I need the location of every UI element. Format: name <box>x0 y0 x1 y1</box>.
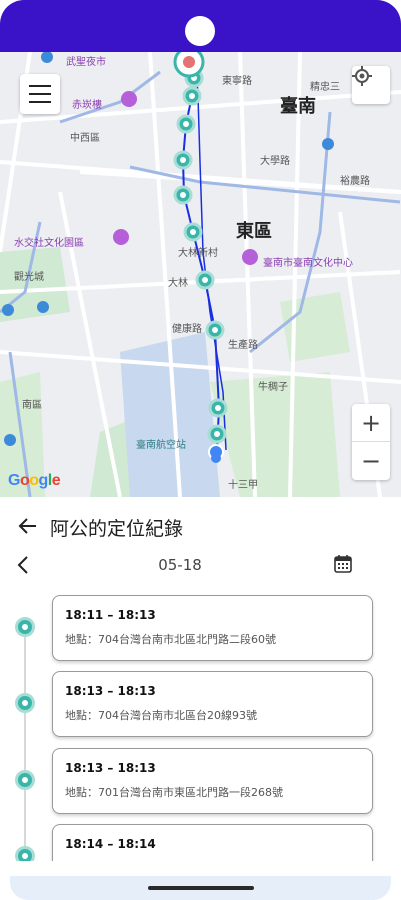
back-arrow-icon[interactable] <box>16 514 40 538</box>
record-address: 地點：704台灣台南市北區北門路二段60號 <box>65 633 276 646</box>
timeline-line <box>24 625 26 861</box>
record-time: 18:11 – 18:13 <box>65 608 156 622</box>
map-label-tainan: 臺南 <box>280 96 316 117</box>
map-label-culture-center: 臺南市臺南文化中心 <box>263 258 353 269</box>
location-timeline: 18:11 – 18:13 地點：704台灣台南市北區北門路二段60號 18:1… <box>0 585 401 861</box>
google-logo: Google <box>8 472 61 489</box>
map-label-guanguang: 觀光城 <box>14 272 44 283</box>
location-record-card[interactable]: 18:14 – 18:14 <box>52 824 373 861</box>
record-address: 地點：701台灣台南市東區北門路一段268號 <box>65 786 283 799</box>
home-indicator[interactable] <box>148 886 254 890</box>
map-label-shengchan: 生產路 <box>228 340 258 351</box>
zoom-out-button[interactable]: − <box>352 442 390 480</box>
camera-cutout <box>185 16 215 46</box>
map-canvas <box>0 52 401 497</box>
map-label-daxin: 大林新村 <box>178 248 218 259</box>
previous-date-icon[interactable] <box>14 555 34 575</box>
map-label-jingsi: 精忠三 <box>310 82 340 93</box>
map-label-daxue: 大學路 <box>260 156 290 167</box>
timeline-marker <box>15 617 35 637</box>
map-label-zhongxi: 中西區 <box>70 133 100 144</box>
timeline-marker <box>15 770 35 790</box>
map-menu-button[interactable] <box>20 74 60 114</box>
page-title: 阿公的定位紀錄 <box>50 518 184 540</box>
my-location-button[interactable] <box>352 66 390 104</box>
crosshair-icon <box>352 66 372 86</box>
map-label-water-park: 水交社文化園區 <box>14 238 84 249</box>
map-label-wusheng: 武聖夜市 <box>66 57 106 68</box>
timeline-marker <box>15 846 35 861</box>
menu-icon-line <box>29 85 51 87</box>
map-label-niuchan: 牛稠子 <box>258 382 288 393</box>
record-address: 地點：704台灣台南市北區台20線93號 <box>65 709 257 722</box>
location-record-card[interactable]: 18:11 – 18:13 地點：704台灣台南市北區北門路二段60號 <box>52 595 373 661</box>
map-label-dongning: 東寧路 <box>222 76 252 87</box>
map-label-yumen: 裕農路 <box>340 176 370 187</box>
map-label-shisanjia: 十三甲 <box>228 480 258 491</box>
calendar-icon[interactable] <box>333 554 353 574</box>
map-view[interactable]: 武聖夜市 赤崁樓 中西區 東寧路 臺南 精忠三 大學路 裕農路 東區 水交社文化… <box>0 52 401 497</box>
map-label-dongqu: 東區 <box>236 221 272 242</box>
selected-date: 05-18 <box>158 556 202 574</box>
map-label-airport: 臺南航空站 <box>136 440 186 451</box>
map-label-dalin: 大林 <box>168 278 188 289</box>
timeline-marker <box>15 693 35 713</box>
record-time: 18:13 – 18:13 <box>65 684 156 698</box>
location-record-card[interactable]: 18:13 – 18:13 地點：704台灣台南市北區台20線93號 <box>52 671 373 737</box>
map-label-jianshan: 健康路 <box>172 324 202 335</box>
record-time: 18:14 – 18:14 <box>65 837 156 851</box>
zoom-in-button[interactable]: + <box>352 404 390 442</box>
menu-icon-line <box>29 93 51 95</box>
menu-icon-line <box>29 101 51 103</box>
location-record-card[interactable]: 18:13 – 18:13 地點：701台灣台南市東區北門路一段268號 <box>52 748 373 814</box>
map-label-nanqu: 南區 <box>22 400 42 411</box>
record-time: 18:13 – 18:13 <box>65 761 156 775</box>
zoom-controls: + − <box>352 404 390 480</box>
map-label-chikan: 赤崁樓 <box>72 100 102 111</box>
